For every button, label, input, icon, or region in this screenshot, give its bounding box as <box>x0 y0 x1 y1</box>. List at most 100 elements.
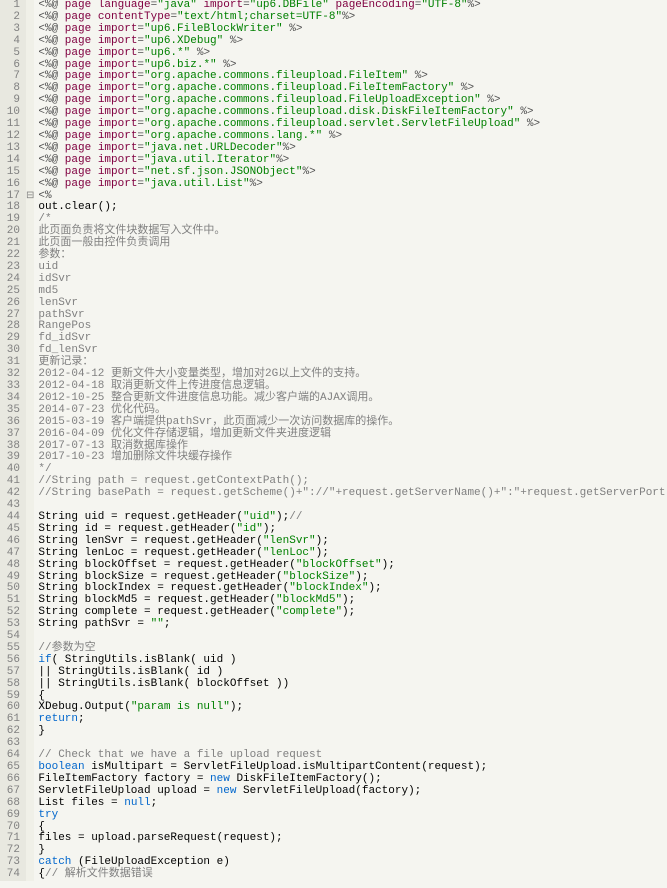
code-line[interactable]: pathSvr <box>38 310 667 322</box>
fold-spacer <box>26 333 34 345</box>
line-number: 67 <box>0 786 20 798</box>
line-number: 4 <box>0 36 20 48</box>
fold-spacer <box>26 810 34 822</box>
line-number: 69 <box>0 810 20 822</box>
line-number: 3 <box>0 24 20 36</box>
code-content[interactable]: <%@ page language="java" import="up6.DBF… <box>34 0 667 881</box>
fold-spacer <box>26 71 34 83</box>
fold-spacer <box>26 226 34 238</box>
line-number: 45 <box>0 524 20 536</box>
fold-spacer <box>26 738 34 750</box>
line-number: 13 <box>0 143 20 155</box>
code-line[interactable]: fd_idSvr <box>38 333 667 345</box>
fold-spacer <box>26 155 34 167</box>
fold-spacer <box>26 214 34 226</box>
fold-spacer <box>26 702 34 714</box>
fold-spacer <box>26 179 34 191</box>
code-line[interactable]: out.clear(); <box>38 202 667 214</box>
code-line[interactable]: String pathSvr = ""; <box>38 619 667 631</box>
fold-spacer <box>26 607 34 619</box>
fold-spacer <box>26 417 34 429</box>
fold-spacer <box>26 250 34 262</box>
fold-spacer <box>26 512 34 524</box>
line-number: 14 <box>0 155 20 167</box>
fold-spacer <box>26 83 34 95</box>
fold-spacer <box>26 536 34 548</box>
line-number: 26 <box>0 298 20 310</box>
line-number: 56 <box>0 655 20 667</box>
code-line[interactable]: idSvr <box>38 274 667 286</box>
fold-spacer <box>26 798 34 810</box>
code-line[interactable]: md5 <box>38 286 667 298</box>
fold-spacer <box>26 869 34 881</box>
fold-spacer <box>26 143 34 155</box>
code-line[interactable]: files = upload.parseRequest(request); <box>38 833 667 845</box>
line-number: 74 <box>0 869 20 881</box>
fold-spacer <box>26 167 34 179</box>
line-number: 57 <box>0 667 20 679</box>
line-number: 68 <box>0 798 20 810</box>
fold-spacer <box>26 369 34 381</box>
fold-spacer <box>26 464 34 476</box>
line-number-gutter: 1234567891011121314151617181920212223242… <box>0 0 26 881</box>
fold-spacer <box>26 476 34 488</box>
fold-spacer <box>26 643 34 655</box>
fold-spacer <box>26 452 34 464</box>
fold-spacer <box>26 560 34 572</box>
line-number: 5 <box>0 48 20 60</box>
code-line[interactable]: List files = null; <box>38 798 667 810</box>
code-line[interactable]: } <box>38 726 667 738</box>
code-line[interactable]: 2017-10-23 增加删除文件块缓存操作 <box>38 452 667 464</box>
line-number: 58 <box>0 679 20 691</box>
fold-spacer <box>26 321 34 333</box>
fold-spacer <box>26 833 34 845</box>
fold-spacer <box>26 750 34 762</box>
code-line[interactable]: try <box>38 810 667 822</box>
fold-spacer <box>26 524 34 536</box>
fold-spacer <box>26 95 34 107</box>
fold-spacer <box>26 274 34 286</box>
code-line[interactable] <box>38 631 667 643</box>
code-line[interactable]: RangePos <box>38 321 667 333</box>
fold-spacer <box>26 345 34 357</box>
code-line[interactable]: || StringUtils.isBlank( blockOffset )) <box>38 679 667 691</box>
fold-spacer <box>26 762 34 774</box>
fold-spacer <box>26 786 34 798</box>
fold-spacer <box>26 631 34 643</box>
line-number: 48 <box>0 560 20 572</box>
code-line[interactable]: XDebug.Output("param is null"); <box>38 702 667 714</box>
line-number: 35 <box>0 405 20 417</box>
fold-spacer <box>26 310 34 322</box>
fold-spacer <box>26 107 34 119</box>
line-number: 15 <box>0 167 20 179</box>
code-line[interactable]: uid <box>38 262 667 274</box>
fold-spacer <box>26 0 34 12</box>
fold-spacer <box>26 441 34 453</box>
code-line[interactable]: 此页面一般由控件负责调用 <box>38 238 667 250</box>
fold-spacer <box>26 286 34 298</box>
line-number: 46 <box>0 536 20 548</box>
fold-column[interactable]: ⊟ <box>26 0 34 881</box>
code-line[interactable]: 参数： <box>38 250 667 262</box>
fold-spacer <box>26 548 34 560</box>
line-number: 36 <box>0 417 20 429</box>
fold-spacer <box>26 595 34 607</box>
code-line[interactable]: {// 解析文件数据错误 <box>38 869 667 881</box>
fold-spacer <box>26 429 34 441</box>
fold-spacer <box>26 24 34 36</box>
code-line[interactable]: <% <box>38 191 667 203</box>
code-line[interactable]: return; <box>38 714 667 726</box>
code-line[interactable]: //String basePath = request.getScheme()+… <box>38 488 667 500</box>
code-editor[interactable]: 1234567891011121314151617181920212223242… <box>0 0 667 881</box>
fold-spacer <box>26 298 34 310</box>
fold-spacer <box>26 262 34 274</box>
code-line[interactable]: fd_lenSvr <box>38 345 667 357</box>
code-line[interactable]: lenSvr <box>38 298 667 310</box>
fold-spacer <box>26 238 34 250</box>
code-line[interactable]: <%@ page import="java.util.List"%> <box>38 179 667 191</box>
fold-toggle-icon[interactable]: ⊟ <box>26 191 34 203</box>
fold-spacer <box>26 36 34 48</box>
fold-spacer <box>26 572 34 584</box>
fold-spacer <box>26 131 34 143</box>
fold-spacer <box>26 822 34 834</box>
